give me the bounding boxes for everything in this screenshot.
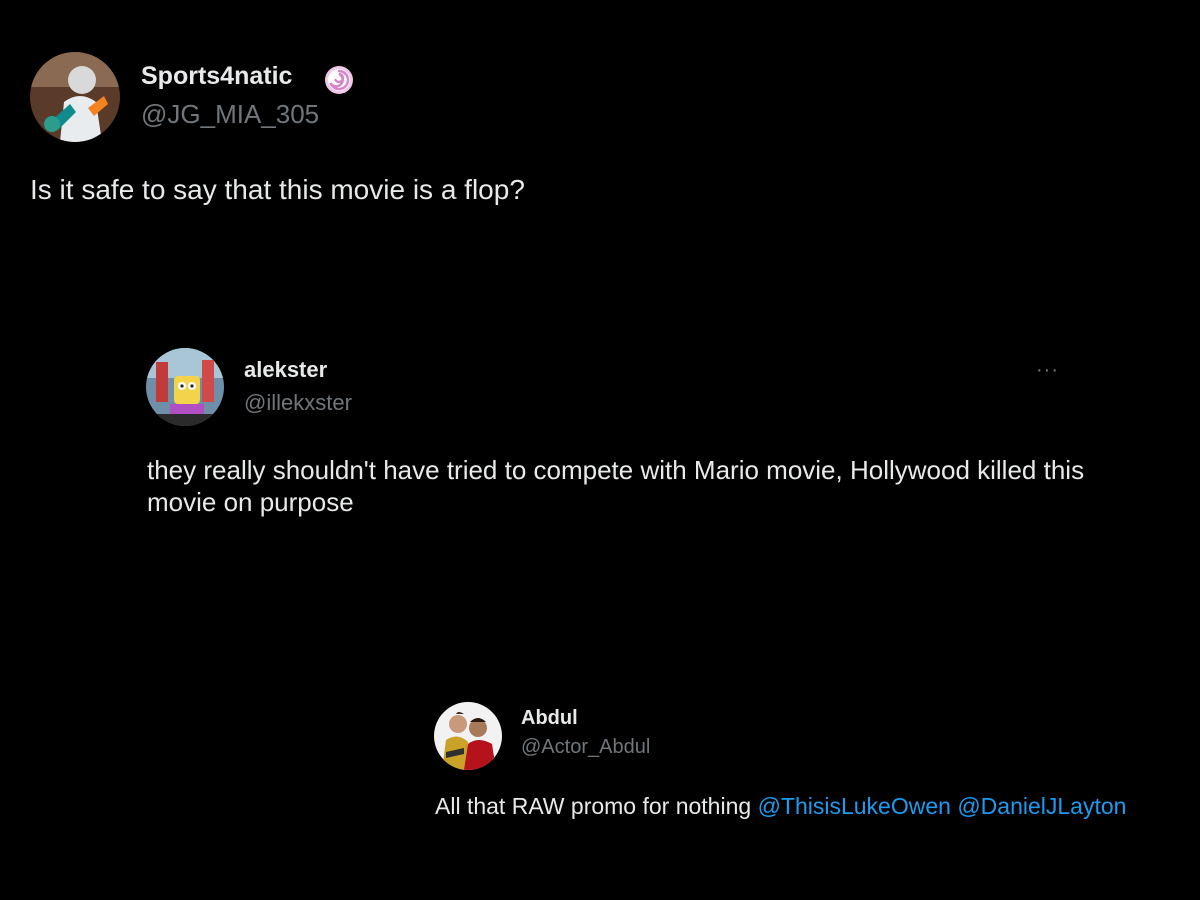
two-men-avatar-icon xyxy=(434,702,502,770)
avatar[interactable] xyxy=(146,348,224,426)
tweet-text-plain: All that RAW promo for nothing xyxy=(435,793,758,819)
more-options-icon[interactable]: ··· xyxy=(1036,360,1059,380)
football-player-avatar-icon xyxy=(30,52,120,142)
user-handle[interactable]: @JG_MIA_305 xyxy=(141,99,319,130)
display-name[interactable]: Sports4natic xyxy=(141,62,292,91)
mention-link[interactable]: @ThisisLukeOwen xyxy=(758,793,951,819)
user-handle[interactable]: @illekxster xyxy=(244,390,352,416)
tweet-text: they really shouldn't have tried to comp… xyxy=(147,455,1085,517)
display-name[interactable]: alekster xyxy=(244,357,327,383)
mention-link[interactable]: @DanielJLayton xyxy=(957,793,1126,819)
tweet-text: Is it safe to say that this movie is a f… xyxy=(30,174,525,205)
display-name[interactable]: Abdul xyxy=(521,707,578,730)
user-handle[interactable]: @Actor_Abdul xyxy=(521,736,650,759)
avatar[interactable] xyxy=(30,52,120,142)
tweet-abdul[interactable]: Abdul @Actor_Abdul All that RAW promo fo… xyxy=(0,690,1200,840)
tweet-alekster[interactable]: alekster @illekxster ··· they really sho… xyxy=(0,330,1200,530)
verified-badge-icon xyxy=(323,64,355,96)
tweet-sports4natic[interactable]: Sports4natic @JG_MIA_305 Is it safe to s… xyxy=(0,0,1200,230)
cartoon-character-avatar-icon xyxy=(146,348,224,426)
tweet-text: All that RAW promo for nothing @ThisisLu… xyxy=(435,793,1126,820)
avatar[interactable] xyxy=(434,702,502,770)
